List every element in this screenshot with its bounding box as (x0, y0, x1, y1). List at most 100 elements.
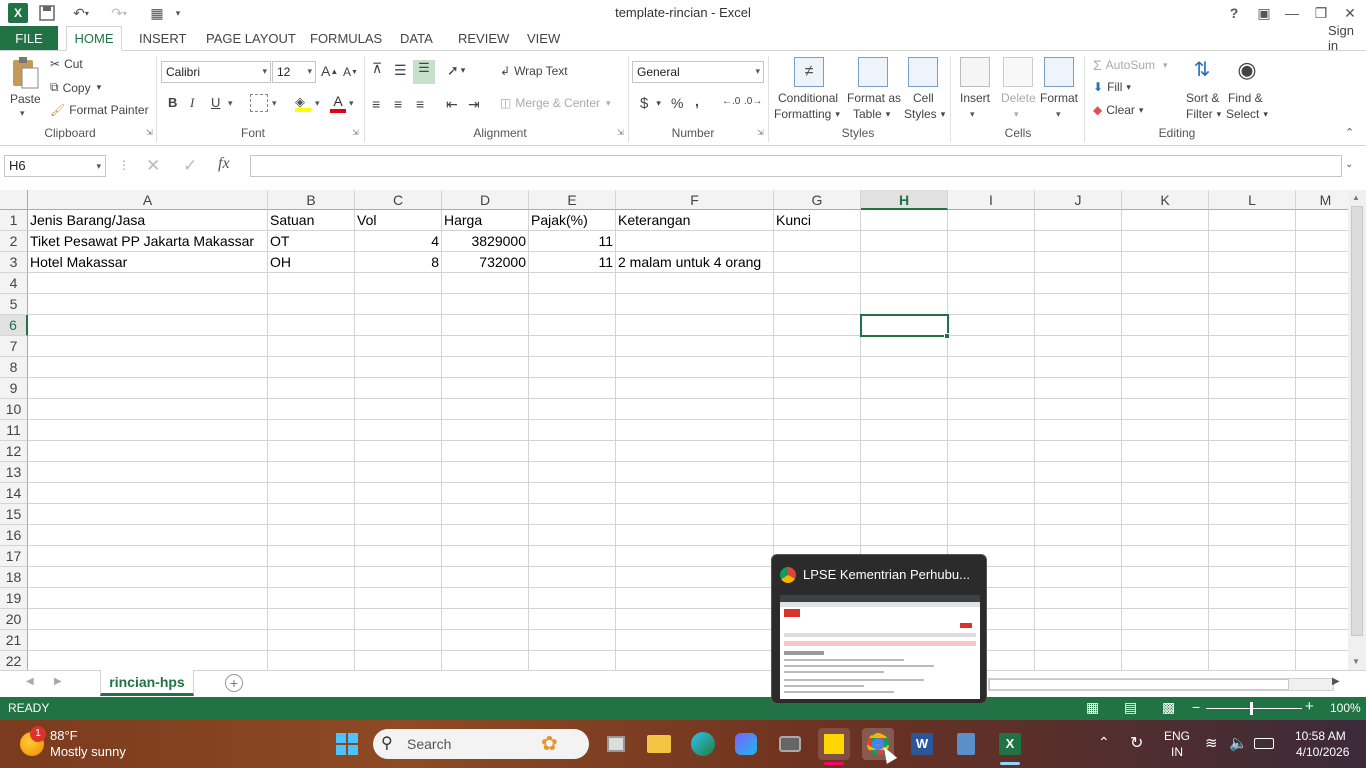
cell-e2[interactable]: 11 (529, 231, 616, 252)
cell-l16[interactable] (1209, 525, 1296, 546)
cell-f18[interactable] (616, 567, 774, 588)
find-select-button-line2[interactable]: Select ▾ (1226, 107, 1268, 121)
cell-m2[interactable] (1296, 231, 1348, 252)
page-layout-view-icon[interactable]: ▤ (1124, 699, 1137, 716)
row-header-17[interactable]: 17 (0, 546, 28, 567)
calculator-icon[interactable] (950, 728, 982, 760)
cell-f4[interactable] (616, 273, 774, 294)
cell-k2[interactable] (1122, 231, 1209, 252)
cell-j17[interactable] (1035, 546, 1122, 567)
cell-d4[interactable] (442, 273, 529, 294)
cell-d21[interactable] (442, 630, 529, 651)
row-header-7[interactable]: 7 (0, 336, 28, 357)
cell-a11[interactable] (28, 420, 268, 441)
clear-button[interactable]: ◆ Clear ▾ (1093, 103, 1143, 117)
cell-k8[interactable] (1122, 357, 1209, 378)
underline-button[interactable]: U (211, 95, 220, 110)
row-header-16[interactable]: 16 (0, 525, 28, 546)
cell-j6[interactable] (1035, 315, 1122, 336)
format-cells-button[interactable]: Format (1040, 91, 1078, 105)
cell-b8[interactable] (268, 357, 355, 378)
chevron-down-icon[interactable]: ▾ (1014, 109, 1019, 120)
cell-c1[interactable]: Vol (355, 210, 442, 231)
cell-d19[interactable] (442, 588, 529, 609)
close-button[interactable]: ✕ (1340, 3, 1360, 23)
cell-c9[interactable] (355, 378, 442, 399)
sheet-tab-rincian-hps[interactable]: rincian-hps (100, 670, 194, 696)
cell-e7[interactable] (529, 336, 616, 357)
cell-h14[interactable] (861, 483, 948, 504)
cell-l18[interactable] (1209, 567, 1296, 588)
cell-k16[interactable] (1122, 525, 1209, 546)
cell-f8[interactable] (616, 357, 774, 378)
cell-j1[interactable] (1035, 210, 1122, 231)
cell-a22[interactable] (28, 651, 268, 670)
cell-i8[interactable] (948, 357, 1035, 378)
prev-sheet-icon[interactable]: ◀ (26, 676, 34, 687)
conditional-formatting-button[interactable]: Conditional (778, 91, 838, 105)
cell-i11[interactable] (948, 420, 1035, 441)
merge-center-button[interactable]: ◫ Merge & Center ▾ (500, 96, 611, 110)
cell-a16[interactable] (28, 525, 268, 546)
sync-icon[interactable]: ↻ (1130, 733, 1143, 753)
number-format-select[interactable]: General ▾ (632, 61, 764, 83)
cell-d11[interactable] (442, 420, 529, 441)
cell-d17[interactable] (442, 546, 529, 567)
percent-button[interactable]: % (671, 95, 683, 111)
cell-l14[interactable] (1209, 483, 1296, 504)
vertical-scrollbar[interactable]: ▲ ▼ (1348, 190, 1366, 670)
cell-c7[interactable] (355, 336, 442, 357)
cell-b14[interactable] (268, 483, 355, 504)
copilot-icon[interactable] (730, 728, 762, 760)
column-header-e[interactable]: E (529, 190, 616, 210)
cell-k11[interactable] (1122, 420, 1209, 441)
cell-i1[interactable] (948, 210, 1035, 231)
cell-j22[interactable] (1035, 651, 1122, 670)
column-header-i[interactable]: I (948, 190, 1035, 210)
fill-color-dropdown-icon[interactable]: ▾ (315, 98, 320, 109)
insert-cells-button[interactable]: Insert (960, 91, 990, 105)
bold-button[interactable]: B (168, 95, 177, 110)
cell-f7[interactable] (616, 336, 774, 357)
cell-e14[interactable] (529, 483, 616, 504)
cell-b21[interactable] (268, 630, 355, 651)
edge-icon[interactable] (687, 728, 719, 760)
column-header-c[interactable]: C (355, 190, 442, 210)
cell-c14[interactable] (355, 483, 442, 504)
cell-k5[interactable] (1122, 294, 1209, 315)
cell-c18[interactable] (355, 567, 442, 588)
cell-b10[interactable] (268, 399, 355, 420)
word-icon[interactable]: W (906, 728, 938, 760)
cell-styles-button[interactable]: Cell (913, 91, 934, 105)
cell-j13[interactable] (1035, 462, 1122, 483)
cell-h5[interactable] (861, 294, 948, 315)
zoom-out-icon[interactable]: − (1192, 699, 1200, 715)
scroll-up-icon[interactable]: ▲ (1352, 193, 1360, 202)
cell-j21[interactable] (1035, 630, 1122, 651)
clock-date[interactable]: 4/10/2026 (1296, 745, 1349, 759)
cell-c11[interactable] (355, 420, 442, 441)
cell-g6[interactable] (774, 315, 861, 336)
column-header-m[interactable]: M (1296, 190, 1348, 210)
cell-c22[interactable] (355, 651, 442, 670)
cell-k13[interactable] (1122, 462, 1209, 483)
row-header-14[interactable]: 14 (0, 483, 28, 504)
cell-m21[interactable] (1296, 630, 1348, 651)
cell-l21[interactable] (1209, 630, 1296, 651)
confirm-entry-icon[interactable]: ✓ (183, 156, 197, 176)
cell-a15[interactable] (28, 504, 268, 525)
row-header-2[interactable]: 2 (0, 231, 28, 252)
conditional-formatting-button-line2[interactable]: Formatting ▾ (774, 107, 840, 121)
column-header-l[interactable]: L (1209, 190, 1296, 210)
language-eng[interactable]: ENG (1164, 729, 1190, 743)
cell-m22[interactable] (1296, 651, 1348, 670)
decrease-decimal-icon[interactable]: .0→ (744, 96, 762, 107)
cell-f1[interactable]: Keterangan (616, 210, 774, 231)
cell-j20[interactable] (1035, 609, 1122, 630)
cell-m8[interactable] (1296, 357, 1348, 378)
cell-m9[interactable] (1296, 378, 1348, 399)
fill-color-icon[interactable]: ◈ (295, 94, 313, 112)
cell-l15[interactable] (1209, 504, 1296, 525)
select-all-corner[interactable] (0, 190, 28, 210)
italic-button[interactable]: I (190, 95, 194, 111)
